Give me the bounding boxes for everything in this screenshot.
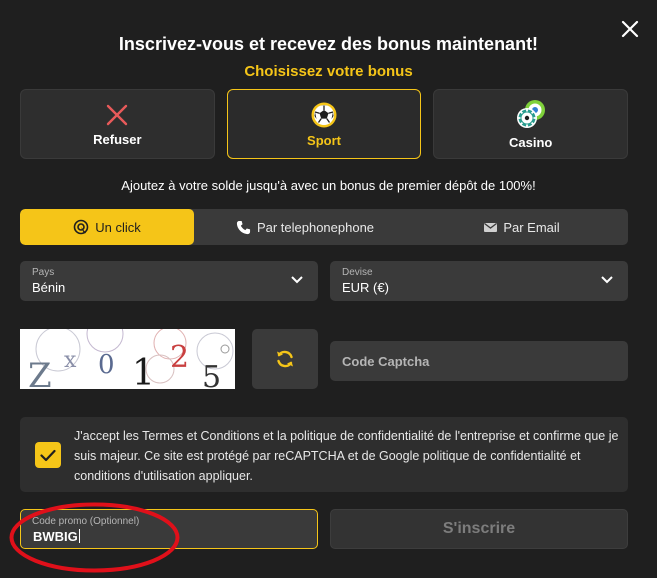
currency-caption: Devise <box>342 267 373 278</box>
bonus-subtitle: Choisissez votre bonus <box>244 63 413 80</box>
bonus-description: Ajoutez à votre solde jusqu'à avec un bo… <box>121 178 536 193</box>
registration-method-tabs: Un click Par telephonephone Par Email <box>20 209 628 245</box>
captcha-char: Z <box>28 356 52 389</box>
tab-one-click[interactable]: Un click <box>20 209 194 245</box>
captcha-char: 1 <box>132 353 155 389</box>
tab-label: Un click <box>95 219 141 235</box>
modal-title: Inscrivez-vous et recevez des bonus main… <box>118 34 539 54</box>
terms-panel: J'accept les Termes et Conditions et la … <box>20 417 628 492</box>
captcha-char: 2 <box>170 340 189 375</box>
bonus-option-refuser[interactable]: Refuser <box>20 89 215 159</box>
captcha-char: 0 <box>98 350 115 380</box>
register-button[interactable]: S'inscrire <box>330 509 628 549</box>
promo-code-value: BWBIG <box>33 529 80 544</box>
captcha-char: 5 <box>202 360 221 389</box>
casino-chips-icon <box>516 99 545 128</box>
close-x-icon <box>107 104 128 125</box>
bonus-option-label: Casino <box>509 134 553 150</box>
bonus-option-sport[interactable]: Sport <box>226 89 422 159</box>
captcha-char: x <box>64 348 77 373</box>
envelope-icon <box>484 222 498 232</box>
country-value: Bénin <box>32 280 66 295</box>
promo-code-input[interactable]: Code promo (Optionnel) BWBIG <box>20 509 318 549</box>
tab-label: Par telephonephone <box>256 219 375 235</box>
chevron-down-icon <box>601 276 613 284</box>
terms-text: J'accept les Termes et Conditions et la … <box>74 429 619 483</box>
tab-phone[interactable]: Par telephonephone <box>194 209 416 245</box>
captcha-input[interactable] <box>330 341 628 381</box>
bonus-option-label: Sport <box>307 132 341 148</box>
terms-checkbox[interactable] <box>35 442 61 468</box>
checkmark-icon <box>40 449 56 461</box>
currency-select[interactable]: Devise EUR (€) <box>330 261 628 301</box>
phone-icon <box>236 220 250 234</box>
one-click-icon <box>73 219 89 235</box>
promo-code-caption: Code promo (Optionnel) <box>32 516 140 527</box>
bonus-option-casino[interactable]: Casino <box>433 89 629 159</box>
captcha-refresh-button[interactable] <box>252 329 318 389</box>
captcha-image: Z x 0 1 2 5 <box>20 329 235 389</box>
bonus-options: Refuser Sport Casino <box>20 89 629 159</box>
country-select[interactable]: Pays Bénin <box>20 261 318 301</box>
tab-label: Par Email <box>503 219 560 235</box>
country-caption: Pays <box>32 267 55 278</box>
tab-email[interactable]: Par Email <box>416 209 628 245</box>
soccer-ball-icon <box>311 102 337 127</box>
refresh-icon <box>277 350 293 368</box>
chevron-down-icon <box>291 276 303 284</box>
currency-value: EUR (€) <box>342 280 389 295</box>
bonus-option-label: Refuser <box>93 131 142 147</box>
